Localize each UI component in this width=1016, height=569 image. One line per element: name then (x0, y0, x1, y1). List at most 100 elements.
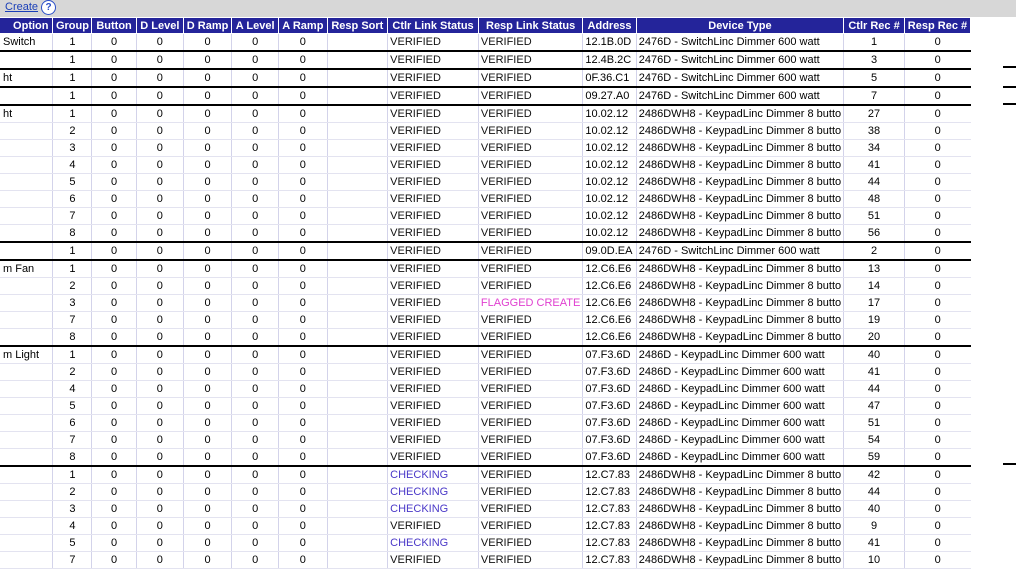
cell-a-ramp: 0 (278, 190, 328, 208)
cell-ctlr-link-status: VERIFIED (387, 156, 479, 174)
cell-a-ramp: 0 (278, 241, 328, 261)
col-header-resp-link-status[interactable]: Resp Link Status (477, 17, 584, 34)
table-row[interactable]: 1 0 0 0 0 0 VERIFIED VERIFIED 09.27.A0 2476D - Sw… (0, 86, 971, 106)
create-link[interactable]: Create (5, 1, 38, 13)
cell-ctlr-link-status: VERIFIED (387, 517, 479, 535)
cell-resp-rec: 0 (903, 173, 971, 191)
cell-resp-sort (326, 294, 388, 312)
col-header-option[interactable]: Option (0, 17, 54, 34)
cell-resp-link-status: VERIFIED (477, 207, 583, 225)
table-row[interactable]: 3 0 0 0 0 0 CHECKING VERIFIED 12.C7.83 2486DWH8 -… (0, 500, 971, 518)
table-row[interactable]: 7 0 0 0 0 0 VERIFIED VERIFIED 12.C6.E6 2486DWH8 -… (0, 311, 971, 329)
col-header-resp-rec[interactable]: Resp Rec # (903, 17, 972, 34)
cell-resp-rec: 0 (903, 68, 971, 88)
cell-group: 7 (52, 551, 92, 569)
col-header-ctlr-link-status[interactable]: Ctlr Link Status (387, 17, 479, 34)
col-header-group[interactable]: Group (52, 17, 93, 34)
cell-d-ramp: 0 (182, 483, 232, 501)
cell-resp-rec: 0 (903, 104, 971, 123)
cell-a-ramp: 0 (278, 345, 328, 364)
cell-device-type: 2486DWH8 - KeypadLinc Dimmer 8 butto (635, 294, 844, 312)
table-row[interactable]: 4 0 0 0 0 0 VERIFIED VERIFIED 12.C7.83 2486DWH8 -… (0, 517, 971, 535)
cell-a-ramp: 0 (278, 224, 328, 243)
table-row[interactable]: 2 0 0 0 0 0 VERIFIED VERIFIED 10.02.12 2486DWH8 -… (0, 122, 971, 140)
cell-resp-sort (326, 241, 388, 261)
table-row[interactable]: 2 0 0 0 0 0 VERIFIED VERIFIED 07.F3.6D 2486D - Ke… (0, 363, 971, 381)
table-row[interactable]: m Fan 1 0 0 0 0 0 VERIFIED VERIFIED 12.C6.E6 2486D… (0, 259, 971, 278)
table-row[interactable]: Switch 1 0 0 0 0 0 VERIFIED VERIFIED 12.1B.0D 2476… (0, 33, 971, 52)
table-row[interactable]: 3 0 0 0 0 0 VERIFIED VERIFIED 10.02.12 2486DWH8 -… (0, 139, 971, 157)
cell-button: 0 (91, 345, 137, 364)
table-row[interactable]: 2 0 0 0 0 0 VERIFIED VERIFIED 12.C6.E6 2486DWH8 -… (0, 277, 971, 295)
table-row[interactable]: 4 0 0 0 0 0 VERIFIED VERIFIED 07.F3.6D 2486D - Ke… (0, 380, 971, 398)
table-row[interactable]: 3 0 0 0 0 0 VERIFIED FLAGGED CREATE 12.C6.E6 2486… (0, 294, 971, 312)
cell-d-ramp: 0 (182, 33, 232, 52)
cell-ctlr-rec: 40 (843, 500, 905, 518)
table-row[interactable]: 5 0 0 0 0 0 VERIFIED VERIFIED 07.F3.6D 2486D - Ke… (0, 397, 971, 415)
cell-resp-sort (326, 380, 388, 398)
cell-resp-sort (326, 534, 388, 552)
cell-a-level: 0 (231, 50, 279, 70)
cell-a-level: 0 (231, 104, 279, 123)
cell-option (0, 294, 53, 312)
table-row[interactable]: 8 0 0 0 0 0 VERIFIED VERIFIED 12.C6.E6 2486DWH8 -… (0, 328, 971, 347)
cell-d-level: 0 (135, 33, 184, 52)
cell-ctlr-rec: 40 (843, 345, 905, 364)
col-header-device-type[interactable]: Device Type (635, 17, 845, 34)
cell-d-ramp: 0 (182, 173, 232, 191)
cell-d-level: 0 (135, 294, 184, 312)
table-row[interactable]: 6 0 0 0 0 0 VERIFIED VERIFIED 10.02.12 2486DWH8 -… (0, 190, 971, 208)
cell-d-level: 0 (135, 328, 184, 347)
cell-device-type: 2486D - KeypadLinc Dimmer 600 watt (635, 431, 844, 449)
cell-d-level: 0 (135, 448, 184, 467)
cell-a-level: 0 (231, 241, 279, 261)
col-header-a-level[interactable]: A Level (231, 17, 280, 34)
table-row[interactable]: ht 1 0 0 0 0 0 VERIFIED VERIFIED 10.02.12 2486DWH8… (0, 104, 971, 123)
table-row[interactable]: m Light 1 0 0 0 0 0 VERIFIED VERIFIED 07.F3.6D 248… (0, 345, 971, 364)
cell-group: 4 (52, 517, 92, 535)
col-header-address[interactable]: Address (582, 17, 637, 34)
table-row[interactable]: ht 1 0 0 0 0 0 VERIFIED VERIFIED 0F.36.C1 2476D - … (0, 68, 971, 88)
table-row[interactable]: 8 0 0 0 0 0 VERIFIED VERIFIED 07.F3.6D 2486D - Ke… (0, 448, 971, 467)
cell-resp-rec: 0 (903, 448, 971, 467)
help-icon[interactable]: ? (41, 0, 56, 15)
cell-ctlr-link-status: VERIFIED (387, 311, 479, 329)
col-header-resp-sort[interactable]: Resp Sort (326, 17, 389, 34)
table-row[interactable]: 1 0 0 0 0 0 CHECKING VERIFIED 12.C7.83 2486DWH8 -… (0, 465, 971, 484)
links-table: Option Group Button D Level D Ramp A Lev… (0, 17, 972, 569)
cell-resp-link-status: VERIFIED (477, 465, 583, 484)
cell-address: 12.1B.0D (582, 33, 637, 52)
table-row[interactable]: 4 0 0 0 0 0 VERIFIED VERIFIED 10.02.12 2486DWH8 -… (0, 156, 971, 174)
cell-option: Switch (0, 33, 53, 52)
cell-ctlr-rec: 41 (843, 156, 905, 174)
cell-resp-link-status: VERIFIED (477, 156, 583, 174)
col-header-d-level[interactable]: D Level (135, 17, 185, 34)
cell-a-level: 0 (231, 294, 279, 312)
cell-device-type: 2486DWH8 - KeypadLinc Dimmer 8 butto (635, 500, 844, 518)
cell-button: 0 (91, 241, 137, 261)
table-row[interactable]: 7 0 0 0 0 0 VERIFIED VERIFIED 12.C7.83 2486DWH8 -… (0, 551, 971, 569)
table-row[interactable]: 5 0 0 0 0 0 VERIFIED VERIFIED 10.02.12 2486DWH8 -… (0, 173, 971, 191)
cell-ctlr-link-status: VERIFIED (387, 122, 479, 140)
table-row[interactable]: 1 0 0 0 0 0 VERIFIED VERIFIED 09.0D.EA 2476D - Sw… (0, 241, 971, 261)
cell-a-ramp: 0 (278, 50, 328, 70)
table-row[interactable]: 5 0 0 0 0 0 CHECKING VERIFIED 12.C7.83 2486DWH8 -… (0, 534, 971, 552)
cell-d-ramp: 0 (182, 328, 232, 347)
cell-resp-sort (326, 483, 388, 501)
col-header-ctlr-rec[interactable]: Ctlr Rec # (843, 17, 905, 34)
col-header-button[interactable]: Button (91, 17, 137, 34)
col-header-d-ramp[interactable]: D Ramp (182, 17, 233, 34)
cell-d-level: 0 (135, 259, 184, 278)
cell-a-ramp: 0 (278, 448, 328, 467)
cell-option (0, 534, 53, 552)
table-row[interactable]: 2 0 0 0 0 0 CHECKING VERIFIED 12.C7.83 2486DWH8 -… (0, 483, 971, 501)
col-header-a-ramp[interactable]: A Ramp (278, 17, 328, 34)
table-row[interactable]: 7 0 0 0 0 0 VERIFIED VERIFIED 07.F3.6D 2486D - Ke… (0, 431, 971, 449)
cell-address: 10.02.12 (582, 139, 637, 157)
table-row[interactable]: 1 0 0 0 0 0 VERIFIED VERIFIED 12.4B.2C 2476D - Sw… (0, 50, 971, 70)
table-row[interactable]: 6 0 0 0 0 0 VERIFIED VERIFIED 07.F3.6D 2486D - Ke… (0, 414, 971, 432)
table-row[interactable]: 7 0 0 0 0 0 VERIFIED VERIFIED 10.02.12 2486DWH8 -… (0, 207, 971, 225)
table-row[interactable]: 8 0 0 0 0 0 VERIFIED VERIFIED 10.02.12 2486DWH8 -… (0, 224, 971, 243)
cell-button: 0 (91, 122, 137, 140)
cell-ctlr-rec: 42 (843, 465, 905, 484)
